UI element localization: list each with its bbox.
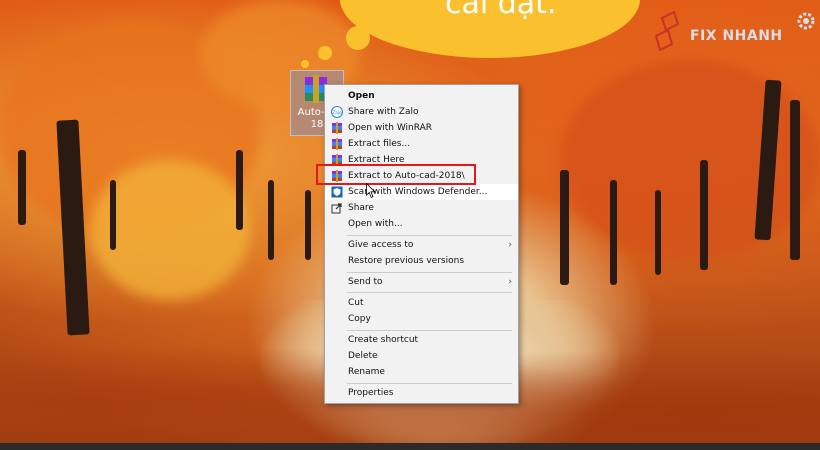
menu-item-label: Extract files... bbox=[348, 139, 411, 149]
menu-item-label: Delete bbox=[348, 351, 378, 361]
chevron-right-icon: › bbox=[508, 240, 512, 250]
tree-trunk bbox=[700, 160, 708, 270]
menu-item-share[interactable]: Share bbox=[325, 200, 518, 216]
tree-trunk bbox=[305, 190, 311, 260]
tree-trunk bbox=[610, 180, 617, 285]
menu-item-open-with-winrar[interactable]: Open with WinRAR bbox=[325, 120, 518, 136]
menu-separator bbox=[347, 292, 512, 293]
menu-item-share-with-zalo[interactable]: Zalo Share with Zalo bbox=[325, 104, 518, 120]
bubble-dot bbox=[301, 60, 309, 68]
defender-shield-icon bbox=[331, 186, 343, 198]
menu-item-restore-previous-versions[interactable]: Restore previous versions bbox=[325, 253, 518, 269]
speech-bubble-text: cài đặt. bbox=[445, 0, 557, 21]
menu-item-copy[interactable]: Copy bbox=[325, 311, 518, 327]
chevron-right-icon: › bbox=[508, 277, 512, 287]
menu-item-label: Share with Zalo bbox=[348, 107, 419, 117]
tree-trunk bbox=[560, 170, 569, 285]
menu-item-label: Properties bbox=[348, 388, 394, 398]
menu-item-label: Open with... bbox=[348, 219, 403, 229]
menu-item-open[interactable]: Open bbox=[325, 88, 518, 104]
tree-trunk bbox=[110, 180, 116, 250]
menu-item-label: Restore previous versions bbox=[348, 256, 465, 266]
tree-trunk bbox=[236, 150, 243, 230]
menu-item-create-shortcut[interactable]: Create shortcut bbox=[325, 332, 518, 348]
menu-item-label: Create shortcut bbox=[348, 335, 419, 345]
gear-watermark-icon bbox=[797, 12, 815, 30]
menu-item-label: Cut bbox=[348, 298, 364, 308]
menu-item-label: Copy bbox=[348, 314, 371, 324]
menu-item-delete[interactable]: Delete bbox=[325, 348, 518, 364]
bubble-dot bbox=[318, 46, 332, 60]
menu-item-properties[interactable]: Properties bbox=[325, 385, 518, 401]
brand-logo-icon bbox=[654, 10, 680, 52]
menu-item-scan-with-defender[interactable]: Scan with Windows Defender... bbox=[325, 184, 518, 200]
menu-separator bbox=[347, 235, 512, 236]
menu-item-give-access-to[interactable]: Give access to › bbox=[325, 237, 518, 253]
svg-text:Zalo: Zalo bbox=[332, 110, 342, 116]
taskbar bbox=[0, 443, 820, 450]
winrar-icon bbox=[332, 122, 342, 134]
zalo-icon: Zalo bbox=[331, 106, 343, 118]
tree-trunk bbox=[268, 180, 274, 260]
brand-watermark: FIX NHANH bbox=[690, 28, 783, 44]
menu-item-label: Open with WinRAR bbox=[348, 123, 433, 133]
menu-item-cut[interactable]: Cut bbox=[325, 295, 518, 311]
menu-separator bbox=[347, 383, 512, 384]
highlight-box bbox=[316, 164, 476, 185]
winrar-icon bbox=[332, 138, 342, 150]
menu-item-label: Share bbox=[348, 203, 374, 213]
menu-item-rename[interactable]: Rename bbox=[325, 364, 518, 380]
menu-item-label: Send to bbox=[348, 277, 383, 287]
tree-foliage bbox=[560, 60, 820, 260]
menu-item-label: Open bbox=[348, 91, 375, 101]
menu-separator bbox=[347, 330, 512, 331]
tree-trunk bbox=[790, 100, 800, 260]
tree-trunk bbox=[655, 190, 661, 275]
tree-trunk bbox=[18, 150, 26, 225]
menu-item-label: Give access to bbox=[348, 240, 414, 250]
menu-item-extract-files[interactable]: Extract files... bbox=[325, 136, 518, 152]
menu-item-open-with[interactable]: Open with... bbox=[325, 216, 518, 232]
context-menu: Open Zalo Share with Zalo Open with WinR… bbox=[324, 84, 519, 404]
bubble-dot bbox=[346, 26, 370, 50]
menu-separator bbox=[347, 272, 512, 273]
menu-item-label: Rename bbox=[348, 367, 385, 377]
mouse-cursor-icon bbox=[366, 183, 376, 199]
share-icon bbox=[331, 203, 342, 214]
menu-item-send-to[interactable]: Send to › bbox=[325, 274, 518, 290]
